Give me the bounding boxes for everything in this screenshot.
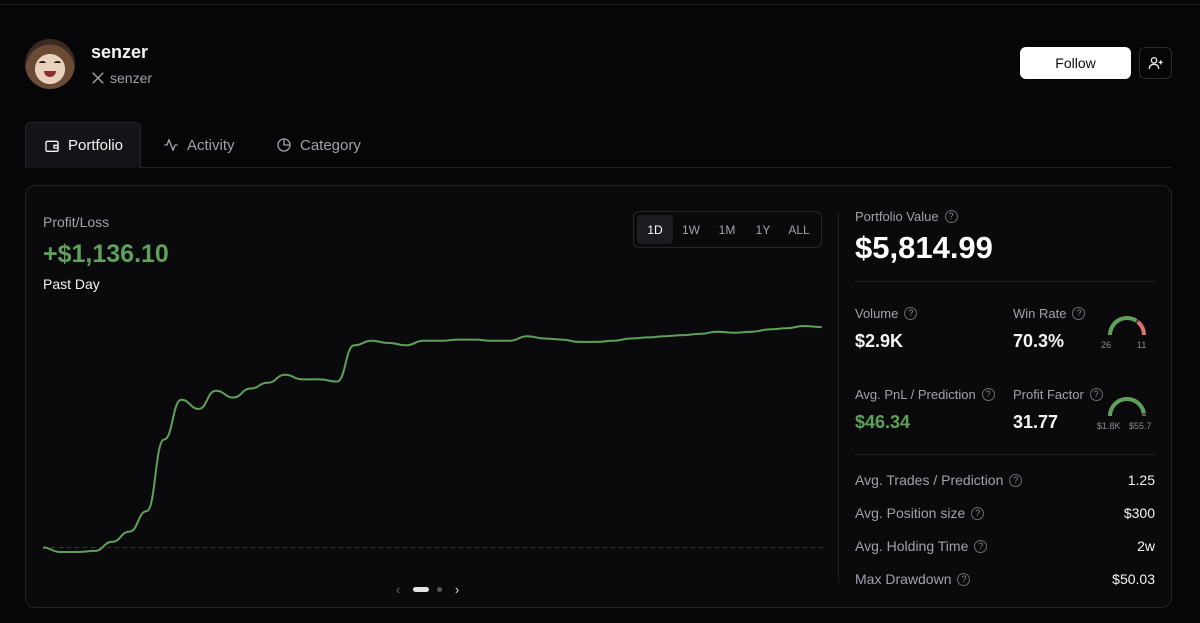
range-selector: 1D 1W 1M 1Y ALL [633,211,822,248]
stat-row-value: 2w [1137,538,1155,554]
pager-dot-active[interactable] [413,587,429,592]
avg-pnl-value: $46.34 [855,412,911,432]
avatar-eye [39,61,46,65]
tab-activity[interactable]: Activity [163,122,235,168]
range-1d[interactable]: 1D [637,215,673,244]
tab-portfolio-label: Portfolio [68,137,124,154]
panel-divider [838,212,839,582]
win-rate-label: Win Rate [1013,306,1067,321]
follow-button[interactable]: Follow [1020,47,1131,79]
profit-factor-label: Profit Factor [1013,387,1084,402]
win-rate-stat: Win Rate? 70.3% [1013,306,1086,352]
pie-chart-icon [277,138,291,152]
stats-panel: Portfolio Value ? $5,814.99 Volume? $2.9… [855,186,1155,606]
pnl-chart[interactable] [43,306,823,566]
range-1y[interactable]: 1Y [745,215,781,244]
range-1w[interactable]: 1W [673,215,709,244]
stat-row-label: Avg. Position size [855,505,966,521]
help-icon[interactable]: ? [974,539,988,553]
gauge-win-arc [1108,316,1138,336]
chevron-right-icon[interactable]: › [450,582,464,597]
gauge-loss-arc [1136,320,1146,336]
tab-portfolio[interactable]: Portfolio [25,122,141,168]
user-plus-icon [1148,57,1163,70]
win-rate-value: 70.3% [1013,331,1065,351]
avg-pnl-label: Avg. PnL / Prediction [855,387,976,402]
help-icon[interactable]: ? [904,307,918,320]
range-all[interactable]: ALL [781,215,817,244]
gross-profit: $1.8K [1097,421,1121,431]
stat-row-value: $50.03 [1112,571,1155,587]
profile-tabs: Portfolio Activity Category [25,122,1171,168]
stat-row-position-size: Avg. Position size? $300 [855,505,1155,521]
add-user-button[interactable] [1139,47,1172,79]
chart-pager: ‹ › [391,582,464,597]
portfolio-value-label-text: Portfolio Value [855,209,939,224]
stat-row-holding-time: Avg. Holding Time? 2w [855,538,1155,554]
profile-name: senzer [91,42,149,62]
pnl-label: Profit/Loss [43,214,110,230]
range-1m[interactable]: 1M [709,215,745,244]
x-handle[interactable]: senzer [91,70,152,86]
help-icon[interactable]: ? [1072,307,1086,320]
portfolio-card: Profit/Loss +$1,136.10 Past Day 1D 1W 1M… [25,185,1172,608]
avg-pnl-stat: Avg. PnL / Prediction? $46.34 [855,387,995,433]
activity-icon [164,139,178,151]
volume-stat: Volume? $2.9K [855,306,918,352]
avatar-mouth [44,71,56,77]
gross-loss: $55.7 [1129,421,1152,431]
x-logo-icon [92,72,104,84]
tab-category[interactable]: Category [276,122,361,168]
pnl-value: +$1,136.10 [43,240,169,268]
volume-label: Volume [855,306,899,321]
losses-count: 11 [1137,340,1147,350]
top-divider [0,4,1200,5]
stat-row-value: 1.25 [1127,472,1155,488]
stat-row-label: Avg. Holding Time [855,538,969,554]
volume-value: $2.9K [855,331,904,351]
stat-row-label: Max Drawdown [855,571,952,587]
x-handle-text: senzer [110,70,153,86]
stats-divider [855,281,1155,282]
stat-row-max-drawdown: Max Drawdown? $50.03 [855,571,1155,587]
stat-row-value: $300 [1123,505,1155,521]
win-rate-gauge [1108,316,1146,336]
pnl-period: Past Day [43,276,100,292]
chart-series-line [43,325,822,553]
help-icon[interactable]: ? [944,210,958,223]
tab-activity-label: Activity [187,136,235,154]
help-icon[interactable]: ? [1009,473,1023,487]
portfolio-value-label: Portfolio Value ? [855,209,958,224]
portfolio-value: $5,814.99 [855,230,993,265]
avatar[interactable] [25,39,75,89]
help-icon[interactable]: ? [981,388,995,401]
wallet-icon [45,140,59,152]
pager-dot[interactable] [437,587,442,592]
stats-divider [855,454,1155,455]
help-icon[interactable]: ? [971,506,985,520]
stat-row-avg-trades: Avg. Trades / Prediction? 1.25 [855,472,1155,488]
wins-count: 26 [1101,340,1112,350]
stat-row-label: Avg. Trades / Prediction [855,472,1004,488]
chevron-left-icon[interactable]: ‹ [391,582,405,597]
help-icon[interactable]: ? [957,572,971,586]
gauge-profit-arc [1108,397,1146,417]
profit-factor-gauge [1108,397,1146,417]
avatar-eye [54,61,61,65]
profit-factor-value: 31.77 [1013,412,1059,432]
tab-category-label: Category [300,136,361,154]
profit-factor-stat: Profit Factor? 31.77 [1013,387,1103,433]
help-icon[interactable]: ? [1089,388,1103,401]
